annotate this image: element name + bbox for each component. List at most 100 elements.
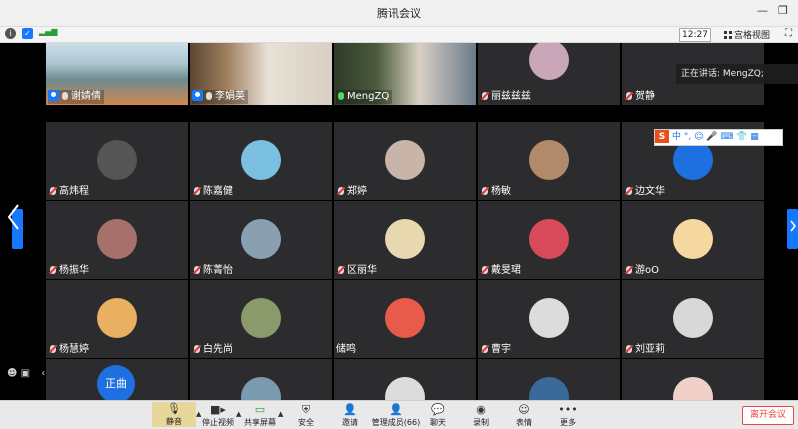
grid-view-button[interactable]: 宫格视图 (724, 28, 770, 41)
participant-name: 戴旻珺 (480, 264, 524, 278)
invite-button[interactable]: 👤 邀请 (328, 403, 372, 428)
participant-tile[interactable]: MengZQ (334, 43, 476, 105)
participant-name-text: 陈嘉健 (203, 186, 233, 197)
mic-muted-icon (482, 266, 488, 274)
restore-button[interactable]: ❐ (778, 4, 788, 17)
participant-name: 杨慧婷 (48, 343, 92, 357)
participant-tile[interactable]: 储鸣 (334, 280, 476, 358)
mic-muted-icon (50, 187, 56, 195)
participant-avatar (673, 298, 713, 338)
share-options-chevron-icon[interactable]: ▲ (278, 410, 283, 418)
participant-name-text: 郑婷 (347, 186, 367, 197)
participant-name: 丽兹兹兹 (480, 90, 534, 104)
minimize-button[interactable]: — (757, 4, 768, 17)
participant-tile[interactable]: 高炜程 (46, 122, 188, 200)
participant-name: 杨振华 (48, 264, 92, 278)
participant-avatar (673, 219, 713, 259)
speaking-indicator: 正在讲话: MengZQ; (676, 64, 798, 84)
chat-button[interactable]: 💬 聊天 (416, 403, 460, 428)
share-screen-icon: ▭ (254, 403, 266, 416)
grid-view-label: 宫格视图 (734, 31, 771, 41)
participant-name: 陈菁怡 (192, 264, 236, 278)
emoji-icon[interactable]: ☻ (7, 368, 17, 379)
mic-muted-icon (482, 345, 488, 353)
mute-label: 静音 (166, 417, 182, 426)
left-panel-controls[interactable]: ☻ ▣ ‹ (7, 368, 45, 379)
participant-name-text: 陈菁怡 (203, 265, 233, 276)
participant-avatar (97, 298, 137, 338)
info-bar: i ✓ ▂▄▆ 12:27 宫格视图 ⛶ (0, 27, 798, 43)
participant-tile[interactable] (478, 359, 620, 400)
participant-tile[interactable] (334, 359, 476, 400)
ime-toolbar[interactable]: S中 °, ☺ 🎤 ⌨ 👕 ▦ (654, 129, 783, 146)
participant-tile[interactable]: 杨敏 (478, 122, 620, 200)
comment-icon[interactable]: ▣ (21, 368, 30, 379)
participant-name: 区丽华 (336, 264, 380, 278)
manage-members-button[interactable]: 👤 管理成员(66) (370, 403, 422, 428)
participant-name-text: 李娟英 (215, 91, 245, 102)
stop-video-label: 停止视频 (202, 418, 234, 427)
participant-avatar (529, 377, 569, 400)
share-screen-button[interactable]: ▭ 共享屏幕 (238, 403, 282, 428)
mic-muted-icon (626, 187, 632, 195)
participant-tile[interactable]: 戴旻珺 (478, 201, 620, 279)
mic-muted-icon (194, 345, 200, 353)
reactions-button[interactable]: ☺ 表情 (502, 403, 546, 428)
camera-icon: ■▸ (210, 403, 226, 416)
record-button[interactable]: ◉ 录制 (459, 403, 503, 428)
signal-icon[interactable]: ▂▄▆ (39, 27, 57, 36)
participant-avatar (97, 140, 137, 180)
host-badge-icon (192, 90, 203, 101)
participant-avatar (241, 140, 281, 180)
participant-name-text: 戴旻珺 (491, 265, 521, 276)
leave-meeting-button[interactable]: 离开会议 (742, 406, 794, 425)
participant-tile[interactable]: 正曲 (46, 359, 188, 400)
participant-tile[interactable]: 游oO (622, 201, 764, 279)
invite-label: 邀请 (342, 418, 358, 427)
participant-tile[interactable] (622, 359, 764, 400)
participant-tile[interactable]: 区丽华 (334, 201, 476, 279)
participant-tile[interactable]: 丽兹兹兹 (478, 43, 620, 105)
participant-name: 刘亚莉 (624, 343, 668, 357)
mute-button[interactable]: 🎙 静音 (152, 402, 196, 427)
more-dots-icon: ••• (558, 403, 578, 416)
participant-tile[interactable]: 谢婧倩 (46, 43, 188, 105)
shield-icon[interactable]: ✓ (22, 28, 33, 39)
info-icon[interactable]: i (5, 28, 16, 39)
participant-tile[interactable]: 陈嘉健 (190, 122, 332, 200)
stop-video-button[interactable]: ■▸ 停止视频 (196, 403, 240, 428)
security-button[interactable]: ⛨ 安全 (284, 403, 328, 428)
participant-name: 郑婷 (336, 185, 370, 199)
members-icon: 👤 (389, 403, 403, 416)
participant-tile[interactable]: 刘亚莉 (622, 280, 764, 358)
chevron-left-icon[interactable] (6, 203, 20, 231)
participant-tile[interactable]: 杨振华 (46, 201, 188, 279)
participant-avatar (241, 377, 281, 400)
participant-name: 曹宇 (480, 343, 514, 357)
participant-tile[interactable] (190, 359, 332, 400)
participant-tile[interactable]: 陈菁怡 (190, 201, 332, 279)
participant-name-text: 储鸣 (336, 344, 356, 355)
participant-avatar (385, 140, 425, 180)
participant-tile[interactable]: 曹宇 (478, 280, 620, 358)
mic-muted-icon (338, 187, 344, 195)
participant-avatar (529, 140, 569, 180)
mic-muted-icon (194, 266, 200, 274)
participant-tile[interactable]: 白先尚 (190, 280, 332, 358)
mic-muted-icon (626, 92, 632, 100)
mic-muted-icon (50, 266, 56, 274)
participant-avatar (385, 219, 425, 259)
participant-avatar (529, 219, 569, 259)
participant-tile[interactable]: 郑婷 (334, 122, 476, 200)
fullscreen-icon[interactable]: ⛶ (785, 28, 792, 39)
participant-tile[interactable]: 杨慧婷 (46, 280, 188, 358)
chevron-right-icon[interactable] (789, 219, 797, 233)
meeting-clock: 12:27 (679, 28, 711, 42)
shield-icon: ⛨ (301, 403, 311, 416)
participant-name: MengZQ (336, 90, 393, 104)
smiley-icon: ☺ (518, 403, 530, 416)
more-button[interactable]: ••• 更多 (546, 403, 590, 428)
participant-name-text: 边文华 (635, 186, 665, 197)
participant-tile[interactable]: 李娟英 (190, 43, 332, 105)
collapse-chevron-icon[interactable]: ‹ (41, 368, 45, 379)
